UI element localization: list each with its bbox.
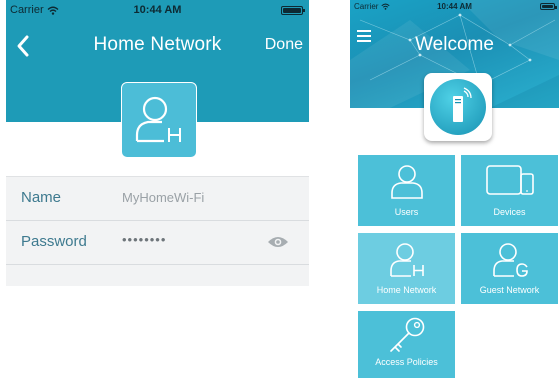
guest-network-user-icon: [493, 243, 528, 277]
tile-label: Home Network: [376, 285, 437, 295]
divider: [6, 264, 309, 265]
guest-network-tile[interactable]: Guest Network: [461, 233, 558, 304]
tile-label: Devices: [493, 207, 526, 217]
tile-label: Access Policies: [375, 357, 438, 367]
welcome-screen: Carrier 10:44 AM Welcome Users Devices H…: [350, 0, 559, 378]
key-icon: [390, 317, 425, 352]
status-bar: Carrier 10:44 AM: [350, 0, 559, 14]
home-network-tile[interactable]: Home Network: [358, 233, 455, 304]
devices-icon: [486, 165, 534, 195]
done-button[interactable]: Done: [265, 36, 303, 54]
home-network-user-icon: [121, 82, 197, 158]
home-network-screen: Carrier 10:44 AM Home Network Done Name …: [6, 0, 309, 286]
router-icon: [424, 73, 492, 141]
navigation-bar: Home Network Done: [6, 30, 309, 62]
network-form: Name MyHomeWi-Fi Password ••••••••: [6, 176, 309, 286]
tile-label: Guest Network: [479, 285, 540, 295]
name-label: Name: [21, 189, 62, 206]
eye-icon[interactable]: [267, 235, 289, 249]
password-label: Password: [21, 233, 87, 250]
devices-tile[interactable]: Devices: [461, 155, 558, 226]
home-network-user-icon: [390, 243, 424, 277]
password-field[interactable]: ••••••••: [122, 232, 166, 247]
status-time: 10:44 AM: [437, 2, 472, 11]
status-time: 10:44 AM: [133, 4, 182, 16]
name-row: Name MyHomeWi-Fi: [6, 177, 309, 221]
users-tile[interactable]: Users: [358, 155, 455, 226]
battery-icon: [281, 6, 305, 15]
page-title: Welcome: [415, 34, 494, 55]
page-title: Home Network: [93, 34, 222, 55]
status-bar: Carrier 10:44 AM: [6, 0, 309, 20]
password-row: Password ••••••••: [6, 221, 309, 265]
tile-label: Users: [394, 207, 419, 217]
battery-icon: [540, 3, 557, 10]
access-policies-tile[interactable]: Access Policies: [358, 311, 455, 378]
name-field[interactable]: MyHomeWi-Fi: [122, 190, 204, 205]
user-icon: [391, 165, 423, 199]
